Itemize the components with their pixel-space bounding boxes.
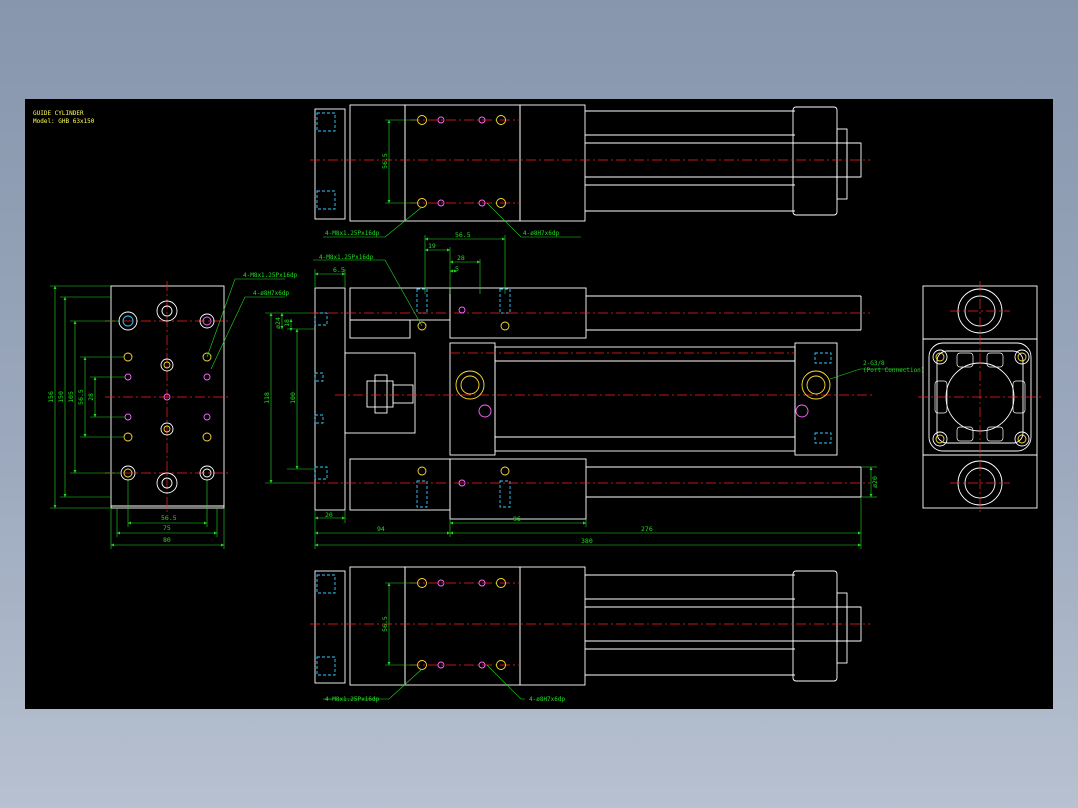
front-port-right bbox=[795, 370, 831, 418]
title-block: GUIDE CYLINDER Model: GHB 63x150 bbox=[33, 110, 95, 125]
bottom-dim-pitch: 56.5 bbox=[381, 616, 389, 632]
title-line-1: GUIDE CYLINDER bbox=[33, 110, 84, 117]
front-dim-6-5: 6.5 bbox=[333, 266, 345, 274]
front-view-lower-block bbox=[349, 458, 451, 511]
front-dim-phi24: ø24 bbox=[274, 317, 282, 329]
top-view-body bbox=[404, 104, 521, 222]
top-dim-pitch: 56.5 bbox=[381, 153, 389, 169]
title-line-2: Model: GHB 63x150 bbox=[33, 118, 95, 125]
bottom-view-cylinder bbox=[519, 566, 586, 686]
front-view bbox=[265, 235, 907, 549]
port-note-sub: (Port Connection) bbox=[863, 367, 924, 374]
side-dim-150: 150 bbox=[57, 391, 65, 403]
cad-viewport[interactable]: GUIDE CYLINDER Model: GHB 63x150 56.5 4-… bbox=[25, 99, 1053, 709]
front-dim-96: 96 bbox=[513, 515, 521, 523]
side-dim-56-5: 56.5 bbox=[161, 514, 177, 522]
front-dim-phi20: ø20 bbox=[871, 476, 879, 488]
front-dim-5: 5 bbox=[455, 265, 459, 273]
side-dim-28v: 28 bbox=[87, 393, 95, 401]
front-dim-94: 94 bbox=[377, 525, 385, 533]
top-view-guide-block bbox=[349, 104, 406, 222]
cad-drawing: GUIDE CYLINDER Model: GHB 63x150 56.5 4-… bbox=[33, 104, 1042, 703]
port-note: 2-G3/8 bbox=[863, 360, 885, 367]
bottom-note-right: 4-ø8H7x6dp bbox=[529, 696, 566, 703]
side-dim-80: 80 bbox=[163, 536, 171, 544]
front-view-end-plate bbox=[314, 287, 346, 511]
front-dim-276: 276 bbox=[641, 525, 653, 533]
top-note-right: 4-ø8H7x6dp bbox=[523, 230, 560, 237]
front-dim-100: 100 bbox=[289, 392, 297, 404]
end-view bbox=[918, 281, 1042, 513]
side-dim-75: 75 bbox=[163, 524, 171, 532]
bottom-view-end-cap bbox=[792, 570, 838, 682]
front-dim-18: 18 bbox=[283, 319, 291, 327]
top-view-cylinder bbox=[519, 104, 586, 222]
side-note-tap: 4-M8x1.25Px16dp bbox=[243, 272, 298, 279]
front-dim-28: 28 bbox=[457, 254, 465, 262]
front-view-upper-block bbox=[349, 287, 451, 321]
front-port-left bbox=[455, 370, 492, 418]
front-note-tap: 4-M8x1.25Px16dp bbox=[319, 254, 374, 261]
rod-end-nut bbox=[366, 374, 414, 414]
bottom-note-left: 4-M8x1.25Px16dp bbox=[325, 696, 380, 703]
side-view bbox=[50, 278, 285, 549]
side-note-pin: 4-ø8H7x6dp bbox=[253, 290, 290, 297]
side-dim-105: 105 bbox=[67, 391, 75, 403]
top-note-left: 4-M8x1.25Px16dp bbox=[325, 230, 380, 237]
front-dim-19: 19 bbox=[428, 242, 436, 250]
bottom-view-body bbox=[404, 566, 521, 686]
front-dim-56-5: 56.5 bbox=[455, 231, 471, 239]
front-view-lower-slide bbox=[449, 458, 587, 520]
bottom-view-guide-block bbox=[349, 566, 406, 686]
bottom-view bbox=[310, 566, 870, 700]
front-dim-380: 380 bbox=[581, 537, 593, 545]
top-view-end-plate bbox=[314, 108, 346, 220]
side-dim-156: 156 bbox=[47, 391, 55, 403]
front-dim-20: 20 bbox=[325, 511, 333, 519]
top-view bbox=[310, 104, 870, 238]
side-dim-56-5v: 56.5 bbox=[77, 389, 85, 405]
top-view-end-cap bbox=[792, 106, 838, 216]
front-dim-118: 118 bbox=[263, 392, 271, 404]
top-view-holes bbox=[417, 115, 506, 208]
bottom-view-end-plate bbox=[314, 570, 346, 684]
